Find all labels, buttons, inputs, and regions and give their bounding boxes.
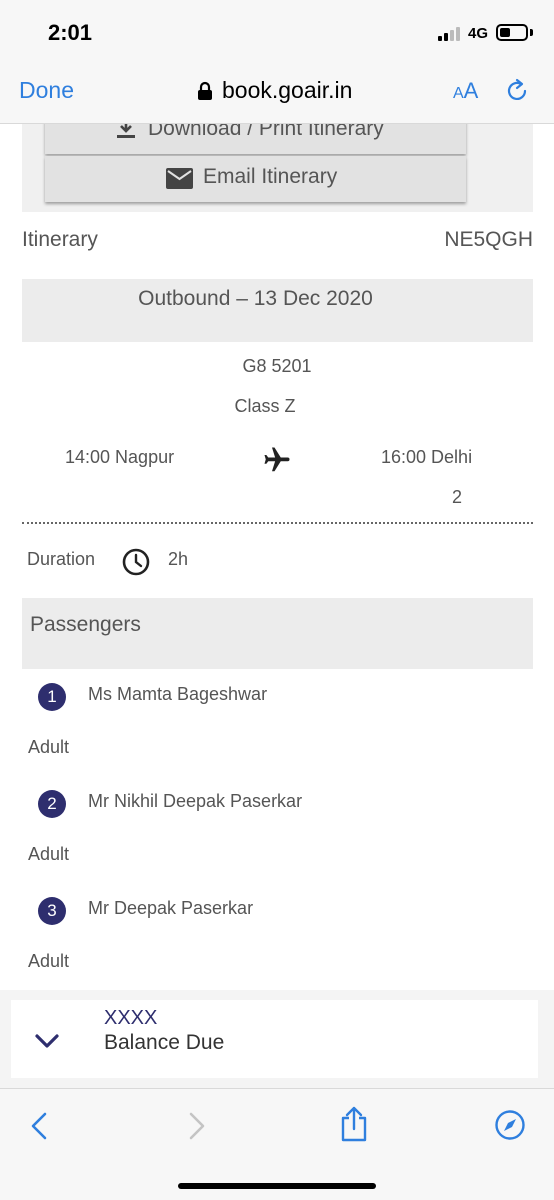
browser-toolbar [0, 1088, 554, 1200]
arrival: 16:00 Delhi [381, 447, 473, 467]
aa-big: A [463, 78, 479, 103]
fare-class: Class Z [234, 396, 296, 416]
passenger-number-badge: 1 [38, 683, 66, 711]
url-text[interactable]: book.goair.in [222, 77, 352, 104]
network-type: 4G [468, 25, 489, 42]
forward-icon[interactable] [186, 1111, 208, 1141]
status-bar: 2:01 4G [0, 0, 554, 62]
duration-label: Duration [27, 549, 96, 569]
airplane-icon [264, 447, 290, 472]
passenger-name: Ms Mamta Bageshwar [88, 684, 268, 704]
passenger-number-badge: 2 [38, 790, 66, 818]
passenger-number-badge: 3 [38, 897, 66, 925]
text-size-button[interactable]: AA [453, 78, 478, 104]
lock-icon [198, 81, 212, 100]
passenger-type: Adult [28, 951, 70, 971]
reload-icon[interactable] [506, 78, 530, 106]
outbound-title: Outbound – 13 Dec 2020 [138, 287, 373, 310]
download-icon [117, 124, 135, 138]
page-content: Download / Print Itinerary Email Itinera… [0, 124, 554, 1088]
stops-count: 2 [452, 487, 463, 507]
download-print-label: Download / Print Itinerary [148, 124, 384, 140]
clock-icon [122, 548, 150, 576]
balance-due-toggle[interactable] [11, 1000, 538, 1078]
passenger-type: Adult [28, 737, 70, 757]
email-icon [166, 168, 193, 189]
share-icon[interactable] [338, 1105, 370, 1143]
booking-reference: NE5QGH [444, 228, 533, 251]
duration-value: 2h [168, 549, 189, 569]
passengers-title: Passengers [30, 613, 141, 636]
divider [22, 522, 533, 524]
home-indicator [178, 1183, 376, 1189]
status-time: 2:01 [48, 20, 93, 45]
back-icon[interactable] [28, 1111, 50, 1141]
download-print-button[interactable]: Download / Print Itinerary [45, 124, 466, 154]
balance-due-label: Balance Due [104, 1031, 225, 1054]
browser-address-bar: Done book.goair.in AA [0, 62, 554, 124]
compass-icon[interactable] [494, 1109, 526, 1141]
battery-tip [530, 29, 533, 36]
done-button[interactable]: Done [19, 77, 74, 104]
cellular-signal-icon [438, 27, 462, 41]
aa-small: A [453, 85, 464, 102]
passenger-name: Mr Nikhil Deepak Paserkar [88, 791, 303, 811]
departure: 14:00 Nagpur [65, 447, 175, 467]
passenger-name: Mr Deepak Paserkar [88, 898, 254, 918]
email-itinerary-label: Email Itinerary [203, 165, 338, 188]
battery-icon [496, 24, 528, 41]
email-itinerary-button[interactable]: Email Itinerary [45, 156, 466, 202]
itinerary-label: Itinerary [22, 228, 98, 251]
flight-number: G8 5201 [242, 356, 312, 376]
passenger-type: Adult [28, 844, 70, 864]
chevron-down-icon[interactable] [34, 1033, 60, 1049]
balance-amount: XXXX [104, 1007, 158, 1029]
